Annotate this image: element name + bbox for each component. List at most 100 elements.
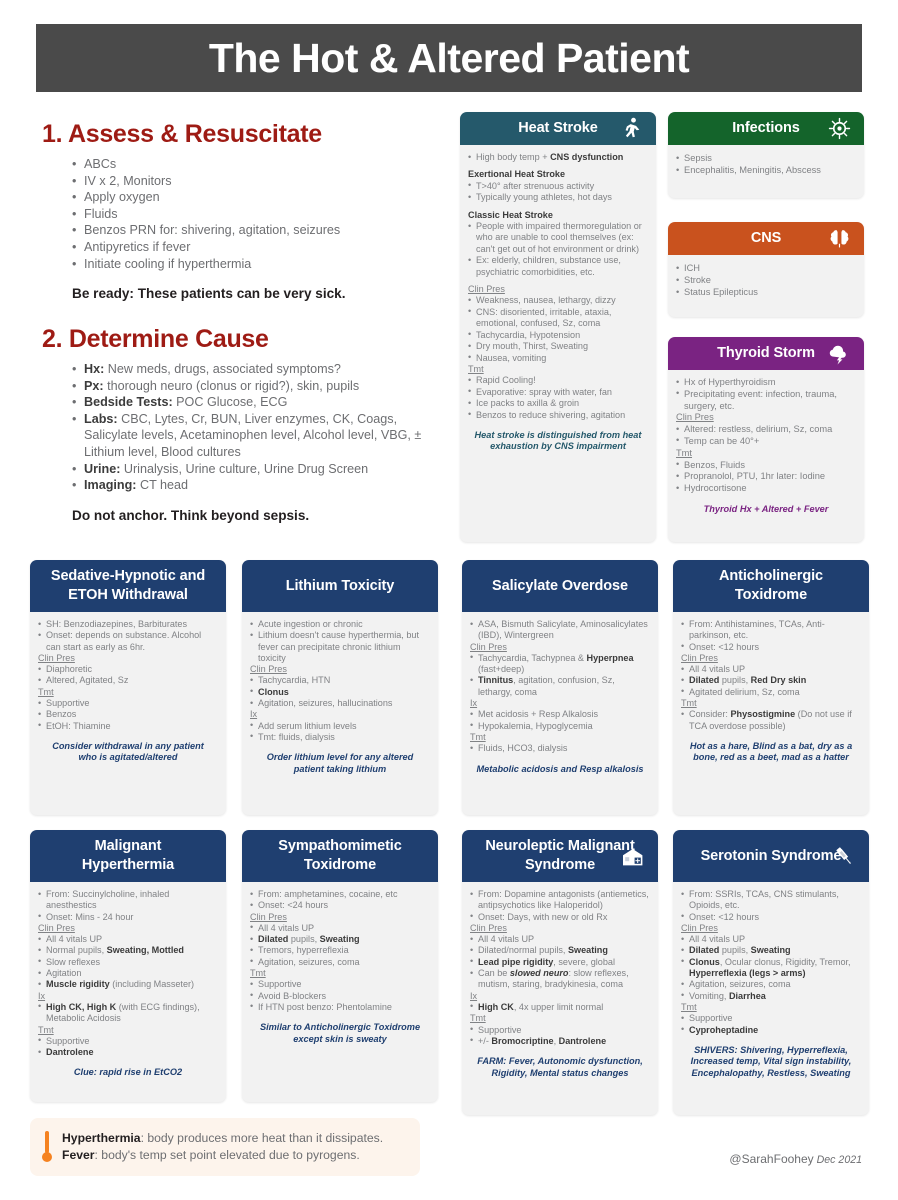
thermometer-icon <box>40 1130 54 1164</box>
card-footnote: Thyroid Hx + Altered + Fever <box>703 503 829 514</box>
card-list: From: Succinylcholine, inhaled anesthest… <box>38 889 218 923</box>
card-body: ASA, Bismuth Salicylate, Aminosalicylate… <box>462 612 658 784</box>
card-body: Hx of HyperthyroidismPrecipitating event… <box>668 370 864 524</box>
card-title: Heat Stroke <box>518 120 598 136</box>
card-list: ICHStrokeStatus Epilepticus <box>676 262 856 298</box>
card-list-item: Ice packs to axilla & groin <box>468 398 648 410</box>
running-person-icon <box>618 116 644 142</box>
card-list-item: Tachycardia, Tachypnea & Hyperpnea (fast… <box>470 652 650 676</box>
card-list-item: Agitation, seizures, hallucinations <box>250 698 430 710</box>
card-section-label: Clin Pres <box>38 922 75 933</box>
card-header: Sedative-Hypnotic and ETOH Withdrawal <box>30 560 226 612</box>
section-list-item: Benzos PRN for: shivering, agitation, se… <box>72 222 452 239</box>
card-list: From: amphetamines, cocaine, etcOnset: <… <box>250 888 430 912</box>
card-list-item: Agitation <box>38 968 218 980</box>
card-list-item: Supportive <box>38 1035 218 1047</box>
card-section-label: Tmt <box>468 363 484 374</box>
section-title: 2. Determine Cause <box>42 325 269 353</box>
card-list-item: Fluids, HCO3, dialysis <box>470 743 650 755</box>
card-body: From: Succinylcholine, inhaled anesthest… <box>30 882 226 1088</box>
card-header: Heat Stroke <box>460 112 656 145</box>
card-list-item: All 4 vitals UP <box>681 664 861 676</box>
definition-fever: Fever: body's temp set point elevated du… <box>62 1147 383 1165</box>
card-nms: Neuroleptic Malignant Syndrome From: Dopa… <box>462 830 658 1115</box>
card-serotonin-syndrome: Serotonin Syndrome From: SSRIs, TCAs, CNS… <box>673 830 869 1115</box>
card-list-item: Supportive <box>681 1013 861 1025</box>
card-list: Weakness, nausea, lethargy, dizzyCNS: di… <box>468 295 648 364</box>
card-section-label: Tmt <box>681 698 697 709</box>
card-list-item: Dilated pupils, Sweating <box>681 945 861 957</box>
brain-icon <box>826 226 852 252</box>
card-list: SupportiveDantrolene <box>38 1035 218 1059</box>
card-list-item: Supportive <box>470 1024 650 1036</box>
card-lithium-toxicity: Lithium Toxicity Acute ingestion or chron… <box>242 560 438 815</box>
card-section-label: Clin Pres <box>250 911 287 922</box>
card-section-label: Ix <box>38 990 46 1001</box>
card-list-item: All 4 vitals UP <box>681 934 861 946</box>
card-subheading: Classic Heat Stroke <box>468 209 553 220</box>
card-list-item: Hydrocortisone <box>676 483 856 495</box>
card-title: Sedative-Hypnotic and ETOH Withdrawal <box>50 568 206 603</box>
card-list-item: Propranolol, PTU, 1hr later: Iodine <box>676 471 856 483</box>
card-list-item: If HTN post benzo: Phentolamine <box>250 1001 430 1013</box>
card-section-label: Clin Pres <box>250 664 287 675</box>
card-section-label: Tmt <box>681 1001 697 1012</box>
card-body: From: SSRIs, TCAs, CNS stimulants, Opioi… <box>673 882 869 1088</box>
publication-date: Dec 2021 <box>816 1154 862 1166</box>
card-list-item: Lithium doesn't cause hyperthermia, but … <box>250 630 430 664</box>
section-list-item: ABCs <box>72 156 452 173</box>
card-title: Anticholinergic Toxidrome <box>718 568 824 603</box>
card-header: Sympathomimetic Toxidrome <box>242 830 438 882</box>
card-list: Met acidosis + Resp AlkalosisHypokalemia… <box>470 709 650 732</box>
card-list: Acute ingestion or chronicLithium doesn'… <box>250 618 430 664</box>
card-sympathomimetic: Sympathomimetic Toxidrome From: amphetami… <box>242 830 438 1102</box>
card-list: High body temp + CNS dysfunction <box>468 151 648 163</box>
card-header: Infections <box>668 112 864 145</box>
card-list-item: From: Dopamine antagonists (antiemetics,… <box>470 889 650 912</box>
storm-cloud-icon <box>826 341 852 367</box>
card-list-item: Agitated delirium, Sz, coma <box>681 686 861 698</box>
card-anticholinergic: Anticholinergic Toxidrome From: Antihista… <box>673 560 869 815</box>
card-list-item: All 4 vitals UP <box>250 922 430 934</box>
card-section-label: Tmt <box>470 731 486 742</box>
card-list-item: Status Epilepticus <box>676 286 856 298</box>
card-list-item: Add serum lithium levels <box>250 720 430 732</box>
card-list: High CK, High K (with ECG findings), Met… <box>38 1001 218 1025</box>
section-list: ABCsIV x 2, MonitorsApply oxygenFluidsBe… <box>42 156 452 272</box>
card-header: Lithium Toxicity <box>242 560 438 612</box>
card-body: From: amphetamines, cocaine, etcOnset: <… <box>242 882 438 1054</box>
card-list-item: Hypokalemia, Hypoglycemia <box>470 720 650 732</box>
card-list: All 4 vitals UPDilated pupils, Red Dry s… <box>681 664 861 698</box>
card-list-item: Clonus, Ocular clonus, Rigidity, Tremor,… <box>681 956 861 980</box>
section-list-item: Bedside Tests: POC Glucose, ECG <box>72 394 452 411</box>
card-list-item: High CK, High K (with ECG findings), Met… <box>38 1001 218 1025</box>
card-list-item: Benzos, Fluids <box>676 459 856 472</box>
card-list-item: Can be slowed neuro: slow reflexes, muti… <box>470 968 650 991</box>
card-title: Malignant Hyperthermia <box>81 838 175 873</box>
card-section-label: Clin Pres <box>676 412 714 423</box>
author-handle: @SarahFoohey <box>729 1152 814 1166</box>
definition-label: Fever <box>62 1148 95 1162</box>
card-list-item: Onset: depends on substance. Alcohol can… <box>38 630 218 653</box>
card-list: All 4 vitals UPDilated pupils, SweatingT… <box>250 922 430 968</box>
card-section-label: Ix <box>470 990 478 1001</box>
definition-body: : body produces more heat than it dissip… <box>140 1130 384 1145</box>
card-list-item: From: SSRIs, TCAs, CNS stimulants, Opioi… <box>681 889 861 912</box>
card-list: SupportiveBenzosEtOH: Thiamine <box>38 698 218 732</box>
section-list-item: Apply oxygen <box>72 189 452 206</box>
card-header: Thyroid Storm <box>668 337 864 370</box>
card-list-item: Muscle rigidity (including Masseter) <box>38 979 218 991</box>
card-list-item: All 4 vitals UP <box>38 934 218 946</box>
card-list-item: Dilated/normal pupils, Sweating <box>470 945 650 957</box>
card-list: SupportiveAvoid B-blockersIf HTN post be… <box>250 979 430 1013</box>
card-header: CNS <box>668 222 864 255</box>
card-list-item: Encephalitis, Meningitis, Abscess <box>676 164 856 176</box>
card-list-item: EtOH: Thiamine <box>38 720 218 732</box>
card-list-item: Avoid B-blockers <box>250 990 430 1002</box>
card-list-item: Onset: <24 hours <box>250 900 430 912</box>
card-footnote: Consider withdrawal in any patient who i… <box>52 740 204 763</box>
section-list-item: Imaging: CT head <box>72 477 452 494</box>
section-list-item: Px: thorough neuro (clonus or rigid?), s… <box>72 378 452 395</box>
card-list: ASA, Bismuth Salicylate, Aminosalicylate… <box>470 619 650 642</box>
card-section-label: Tmt <box>38 1024 54 1035</box>
